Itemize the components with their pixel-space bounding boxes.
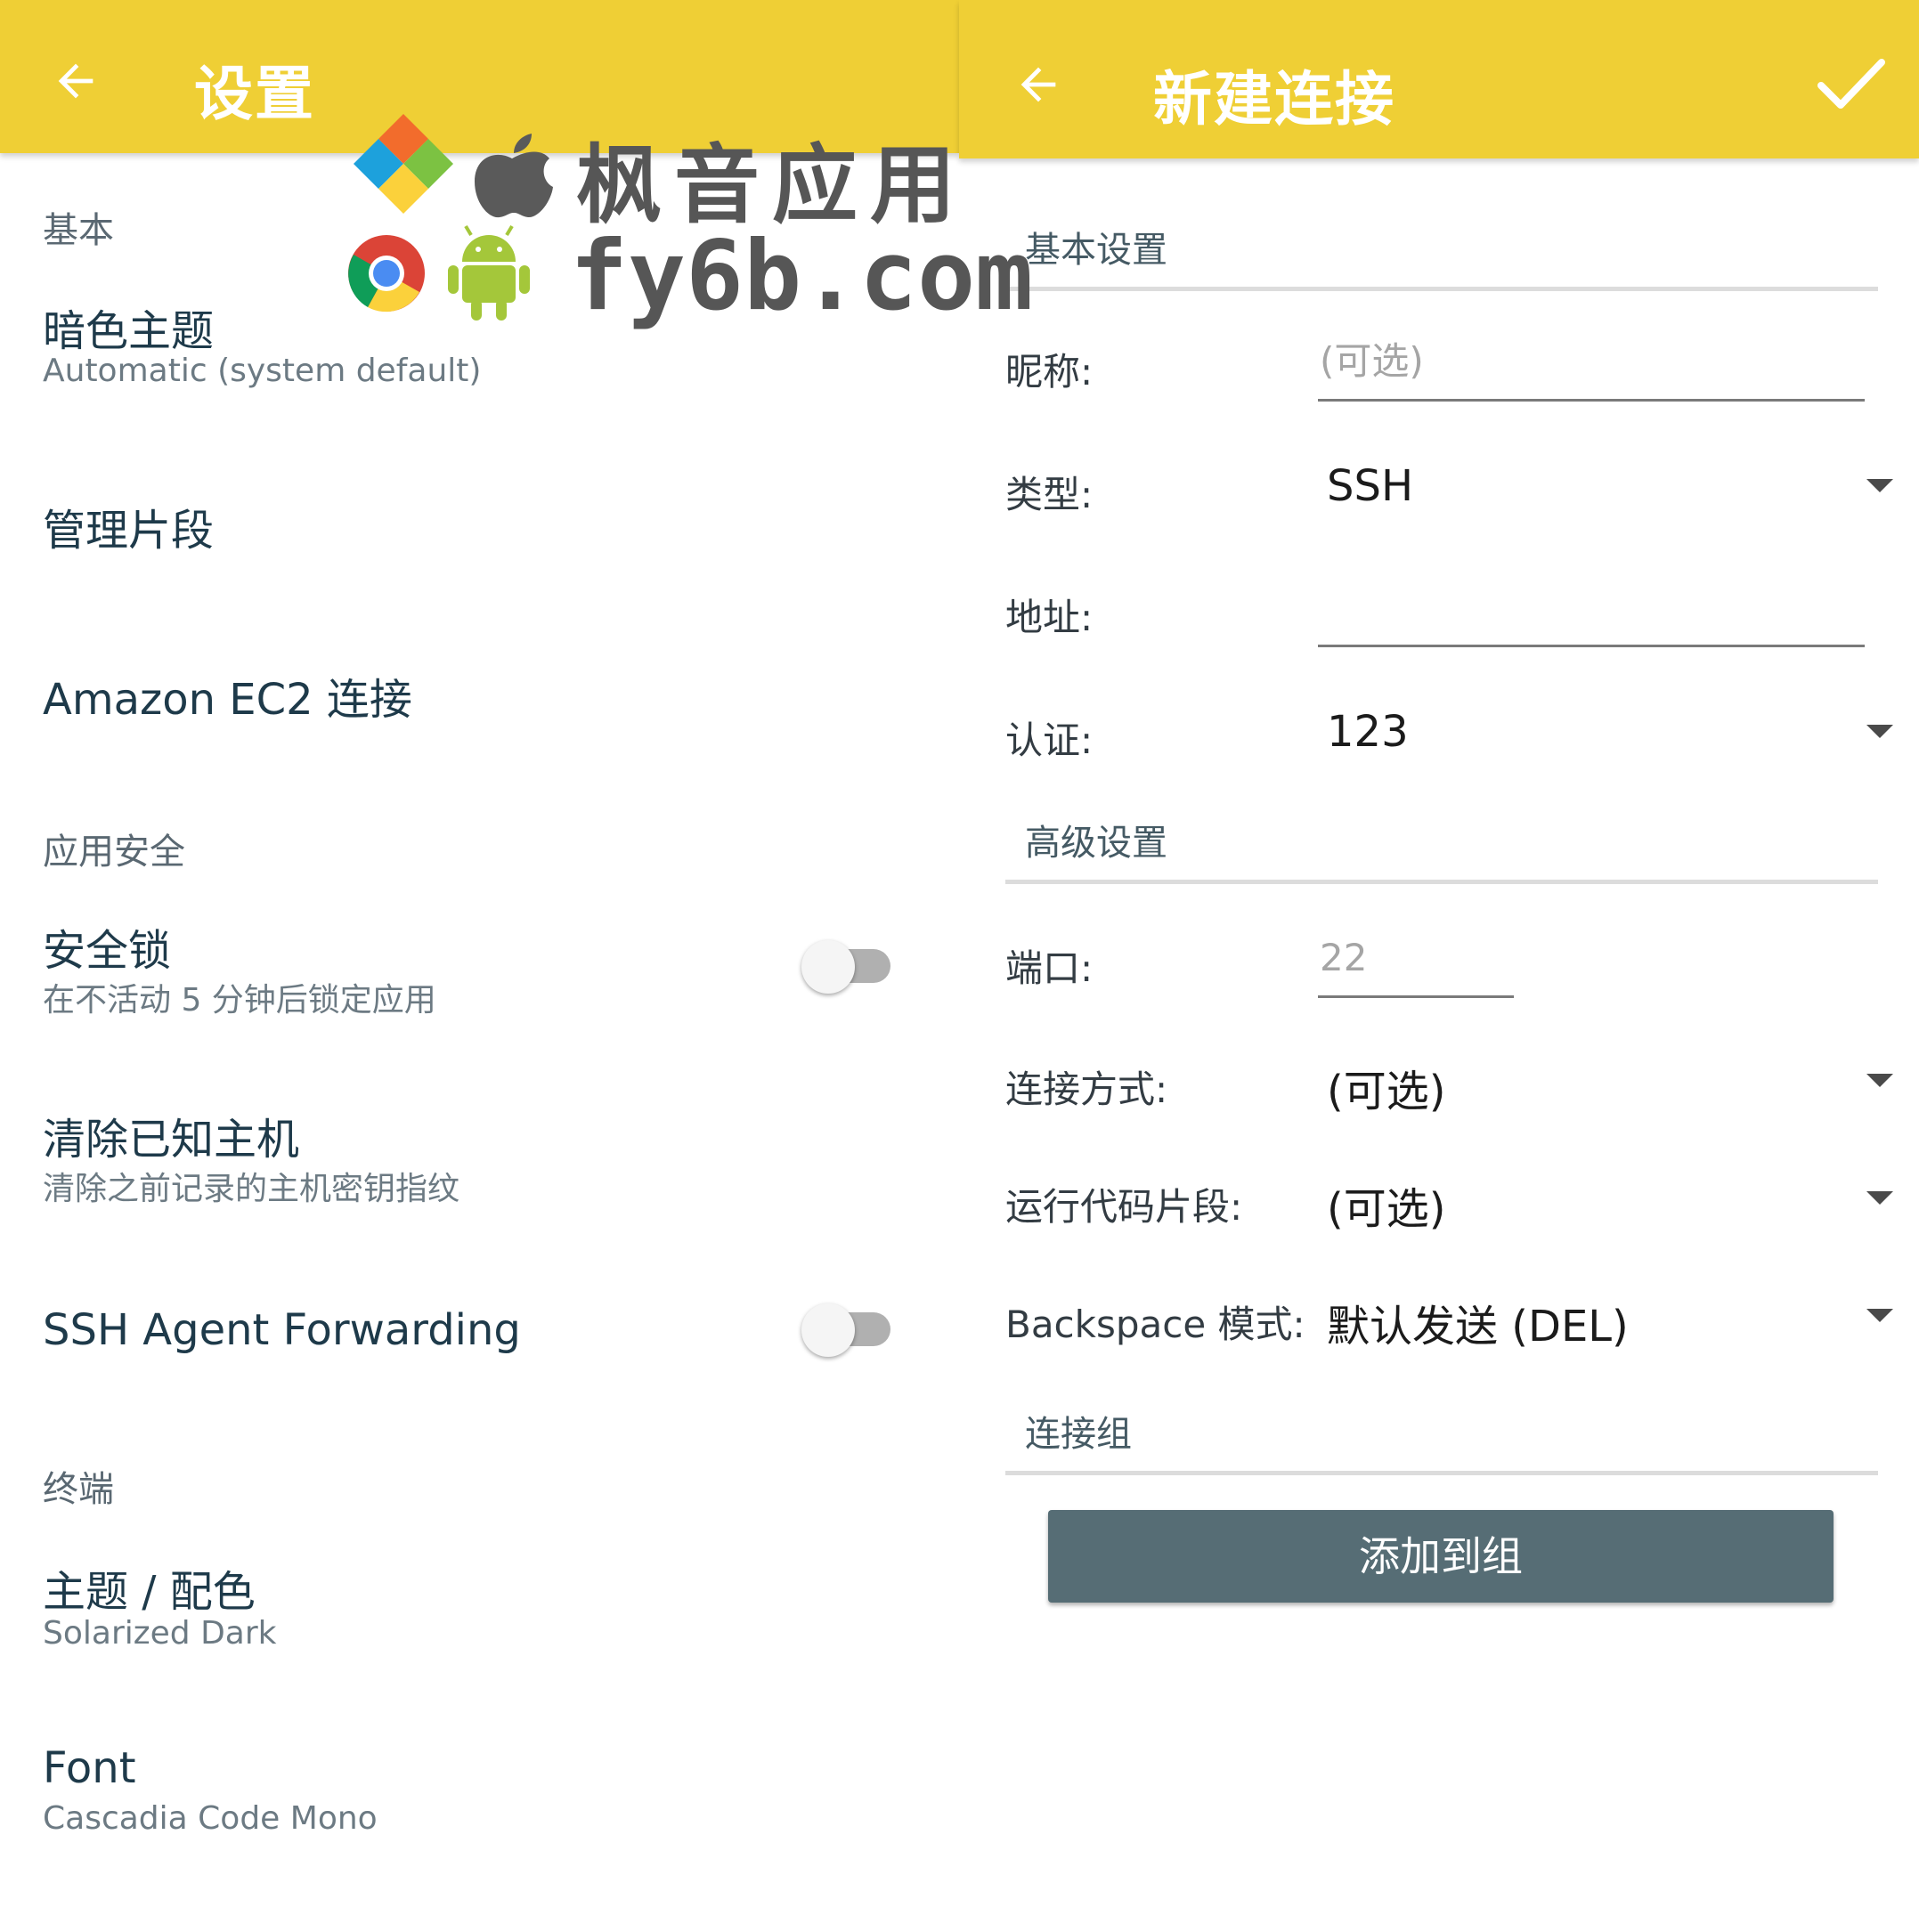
settings-title: 设置: [194, 60, 315, 128]
pref-font[interactable]: Font Cascadia Code Mono: [0, 1736, 959, 1870]
watermark: 枫音应用 fy6b.com: [343, 109, 1033, 332]
nickname-input[interactable]: [1318, 329, 1865, 402]
backspace-mode-value: 默认发送 (DEL): [1327, 1302, 1629, 1352]
pref-clear-known-hosts-summary: 清除之前记录的主机密钥指纹: [43, 1171, 460, 1207]
apple-logo-icon: [475, 134, 553, 218]
pref-font-summary: Cascadia Code Mono: [43, 1800, 378, 1837]
pref-dark-theme-summary: Automatic (system default): [43, 353, 482, 389]
pref-clear-known-hosts-title: 清除已知主机: [43, 1115, 300, 1165]
section-connection-group: 连接组: [1005, 1389, 1878, 1475]
section-terminal: 终端: [43, 1469, 114, 1510]
pref-theme-colors-summary: Solarized Dark: [43, 1615, 277, 1652]
pref-clear-known-hosts[interactable]: 清除已知主机 清除之前记录的主机密钥指纹: [0, 1092, 959, 1225]
pref-ssh-agent-forwarding[interactable]: SSH Agent Forwarding: [0, 1289, 959, 1387]
switch-thumb: [801, 1303, 855, 1357]
section-app-security: 应用安全: [43, 832, 185, 873]
section-basic-settings: 基本设置: [1005, 205, 1878, 291]
android-logo-icon: [448, 224, 530, 321]
pref-ec2-connect-title: Amazon EC2 连接: [43, 675, 412, 725]
connection-method-value: (可选): [1327, 1067, 1446, 1116]
dropdown-arrow-icon: [1866, 725, 1893, 738]
pref-theme-colors[interactable]: 主题 / 配色 Solarized Dark: [0, 1547, 959, 1681]
security-lock-switch[interactable]: [801, 935, 890, 994]
windows-logo-icon: [354, 114, 453, 214]
pref-font-title: Font: [43, 1743, 136, 1793]
type-label: 类型:: [1005, 473, 1094, 516]
pref-security-lock-summary: 在不活动 5 分钟后锁定应用: [43, 982, 436, 1019]
run-snippet-dropdown[interactable]: (可选): [1318, 1165, 1906, 1236]
new-connection-app-bar: 新建连接: [959, 0, 1919, 158]
pref-manage-snippets-title: 管理片段: [43, 506, 215, 556]
save-check-icon[interactable]: [1816, 55, 1887, 112]
dropdown-arrow-icon: [1866, 1309, 1893, 1322]
auth-dropdown[interactable]: 123: [1318, 698, 1906, 769]
pref-ssh-agent-forwarding-title: SSH Agent Forwarding: [43, 1305, 521, 1355]
watermark-url: fy6b.com: [570, 221, 1034, 332]
nickname-label: 昵称:: [1005, 350, 1094, 394]
back-arrow-icon[interactable]: [1012, 59, 1064, 110]
dropdown-arrow-icon: [1866, 479, 1893, 492]
pref-security-lock-title: 安全锁: [43, 926, 172, 976]
connection-method-dropdown[interactable]: (可选): [1318, 1047, 1906, 1118]
new-connection-title: 新建连接: [1153, 65, 1395, 134]
section-basic-settings-label: 基本设置: [1025, 230, 1167, 271]
address-label: 地址:: [1005, 596, 1094, 639]
port-label: 端口:: [1005, 946, 1094, 990]
dropdown-arrow-icon: [1866, 1074, 1893, 1087]
backspace-mode-label: Backspace 模式:: [1005, 1303, 1305, 1346]
section-connection-group-label: 连接组: [1025, 1414, 1132, 1455]
dropdown-arrow-icon: [1866, 1191, 1893, 1205]
type-dropdown[interactable]: SSH: [1318, 452, 1906, 524]
pref-manage-snippets[interactable]: 管理片段: [0, 481, 959, 579]
section-basic: 基本: [43, 210, 114, 251]
add-to-group-button[interactable]: 添加到组: [1048, 1510, 1834, 1603]
pref-theme-colors-title: 主题 / 配色: [43, 1567, 256, 1617]
pref-security-lock[interactable]: 安全锁 在不活动 5 分钟后锁定应用: [0, 906, 959, 1040]
switch-thumb: [801, 940, 855, 994]
backspace-mode-dropdown[interactable]: 默认发送 (DEL): [1318, 1282, 1906, 1353]
port-input[interactable]: [1318, 926, 1514, 998]
pref-ec2-connect[interactable]: Amazon EC2 连接: [0, 652, 959, 750]
run-snippet-label: 运行代码片段:: [1005, 1185, 1243, 1229]
pref-dark-theme-title: 暗色主题: [43, 306, 215, 356]
section-advanced-settings: 高级设置: [1005, 801, 1878, 884]
back-arrow-icon[interactable]: [50, 55, 102, 107]
chrome-logo-icon: [348, 235, 425, 313]
connection-method-label: 连接方式:: [1005, 1067, 1168, 1111]
run-snippet-value: (可选): [1327, 1184, 1446, 1234]
auth-label: 认证:: [1005, 718, 1094, 762]
auth-dropdown-value: 123: [1327, 707, 1409, 757]
type-dropdown-value: SSH: [1327, 461, 1414, 511]
section-advanced-settings-label: 高级设置: [1025, 823, 1167, 864]
address-input[interactable]: [1318, 575, 1865, 647]
new-connection-screen: 新建连接 基本设置 昵称: 类型: SSH 地址: 认证: 123 高级设置 端…: [959, 0, 1919, 1932]
agent-forwarding-switch[interactable]: [801, 1298, 890, 1357]
